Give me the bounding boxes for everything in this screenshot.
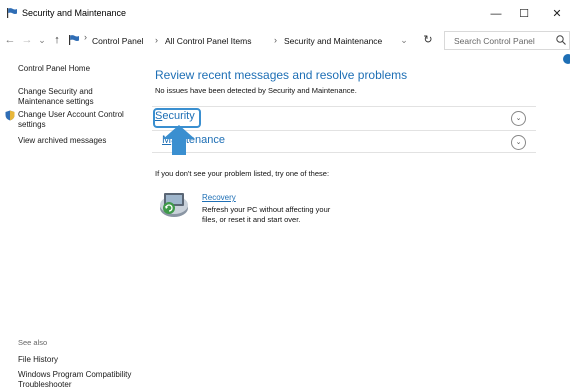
recovery-icon[interactable]	[158, 190, 192, 220]
maintenance-section[interactable]: Maintenance ⌄	[152, 130, 536, 153]
forward-arrow-icon[interactable]: →	[20, 32, 34, 48]
breadcrumb-all-items[interactable]: All Control Panel Items	[165, 36, 251, 46]
recovery-link[interactable]: Recovery	[202, 193, 236, 202]
recovery-description: Refresh your PC without affecting your f…	[202, 205, 331, 224]
sidebar-link-change-uac[interactable]: Change User Account Control settings	[18, 110, 138, 130]
sidebar: Control Panel Home Change Security and M…	[0, 52, 140, 392]
breadcrumb-security-maintenance[interactable]: Security and Maintenance	[284, 36, 382, 46]
address-dropdown-icon[interactable]: ⌄	[397, 32, 411, 48]
breadcrumb-separator: ›	[155, 35, 158, 45]
security-flag-icon	[7, 8, 17, 18]
maintenance-expand-chevron-icon[interactable]: ⌄	[511, 135, 526, 150]
status-message: No issues have been detected by Security…	[155, 86, 357, 95]
breadcrumb: Control Panel › All Control Panel Items …	[92, 31, 408, 49]
breadcrumb-separator: ›	[274, 35, 277, 45]
uac-shield-icon	[5, 110, 15, 121]
sidebar-link-home[interactable]: Control Panel Home	[18, 64, 90, 74]
search-placeholder: Search Control Panel	[454, 36, 535, 46]
page-heading: Review recent messages and resolve probl…	[155, 68, 408, 82]
recent-locations-icon[interactable]: ⌄	[35, 32, 49, 48]
search-input[interactable]: Search Control Panel	[444, 31, 570, 50]
security-expand-chevron-icon[interactable]: ⌄	[511, 111, 526, 126]
address-bar: ← → ⌄ ↑ › Control Panel › All Control Pa…	[0, 28, 570, 52]
security-section[interactable]: Security ⌄	[152, 106, 536, 129]
sidebar-link-change-security[interactable]: Change Security and Maintenance settings	[18, 87, 118, 107]
title-bar: Security and Maintenance — ☐ ✕	[0, 0, 570, 28]
minimize-button[interactable]: —	[487, 5, 505, 23]
refresh-icon[interactable]: ↻	[421, 32, 435, 48]
sidebar-link-file-history[interactable]: File History	[18, 355, 58, 365]
sidebar-link-compat[interactable]: Windows Program Compatibility Troublesho…	[18, 370, 133, 390]
suggestions-intro: If you don't see your problem listed, tr…	[155, 169, 330, 178]
search-icon[interactable]	[555, 34, 567, 46]
pointer-arrow-icon	[163, 125, 195, 155]
see-also-heading: See also	[18, 338, 48, 347]
breadcrumb-separator: ›	[84, 32, 87, 42]
scroll-indicator-icon	[563, 54, 570, 64]
window-title: Security and Maintenance	[22, 8, 127, 18]
up-arrow-icon[interactable]: ↑	[50, 32, 64, 48]
close-button[interactable]: ✕	[548, 5, 566, 23]
location-flag-icon	[69, 35, 79, 45]
back-arrow-icon[interactable]: ←	[3, 32, 17, 48]
maximize-button[interactable]: ☐	[515, 5, 533, 23]
breadcrumb-control-panel[interactable]: Control Panel	[92, 36, 144, 46]
sidebar-link-archived[interactable]: View archived messages	[18, 136, 106, 146]
section-divider	[152, 152, 536, 153]
